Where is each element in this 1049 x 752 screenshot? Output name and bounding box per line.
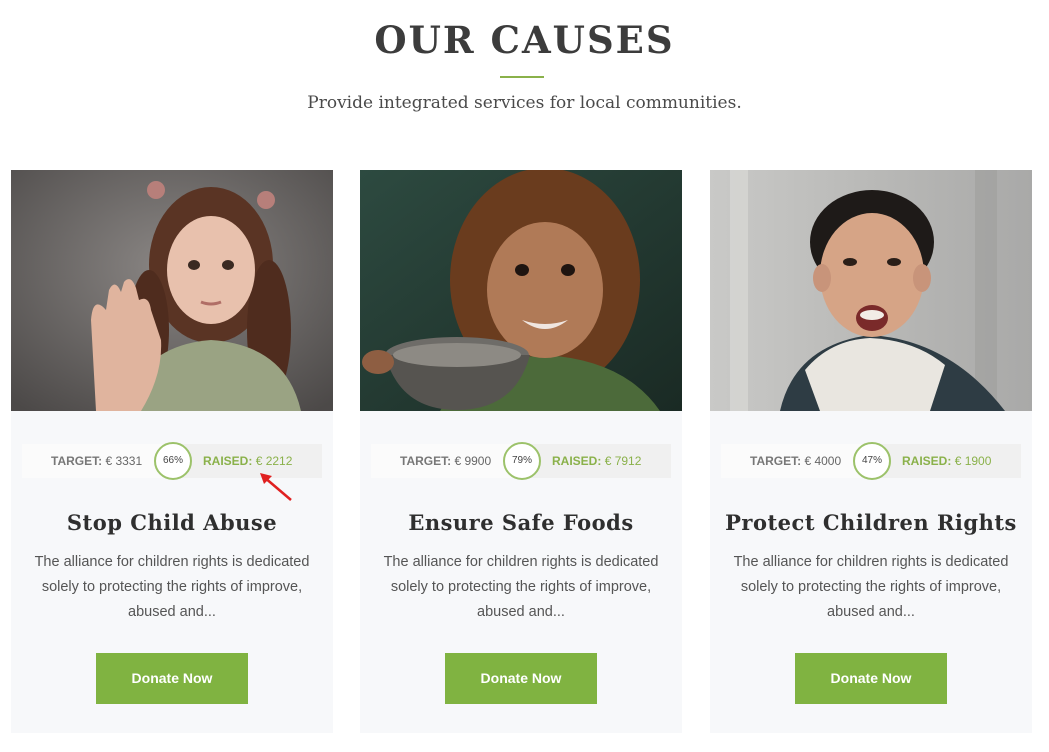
- cause-title[interactable]: Ensure Safe Foods: [360, 510, 682, 535]
- target-amount: TARGET: € 4000: [750, 454, 842, 468]
- annotation-arrow-icon: [260, 473, 292, 501]
- cause-title[interactable]: Stop Child Abuse: [11, 510, 333, 535]
- donate-now-button[interactable]: Donate Now: [795, 653, 947, 704]
- cause-card: TARGET: € 3331 66% RAISED: € 2212 Stop C…: [11, 170, 333, 733]
- donation-stats: TARGET: € 9900 79% RAISED: € 7912: [371, 442, 671, 480]
- progress-percent: 66%: [154, 442, 192, 480]
- cause-title[interactable]: Protect Children Rights: [710, 510, 1032, 535]
- cause-description: The alliance for children rights is dedi…: [383, 554, 659, 620]
- cause-photo[interactable]: [710, 170, 1032, 411]
- donate-now-button[interactable]: Donate Now: [96, 653, 248, 704]
- page-title: OUR CAUSES: [374, 18, 675, 62]
- cause-card: TARGET: € 4000 47% RAISED: € 1900 Protec…: [710, 170, 1032, 733]
- target-amount: TARGET: € 3331: [51, 454, 143, 468]
- title-divider: [500, 76, 544, 78]
- cause-description: The alliance for children rights is dedi…: [34, 554, 310, 620]
- progress-percent: 47%: [853, 442, 891, 480]
- cause-card: TARGET: € 9900 79% RAISED: € 7912 Ensure…: [360, 170, 682, 733]
- target-amount: TARGET: € 9900: [400, 454, 492, 468]
- cause-description: The alliance for children rights is dedi…: [733, 554, 1009, 620]
- progress-percent: 79%: [503, 442, 541, 480]
- page-subtitle: Provide integrated services for local co…: [307, 93, 742, 113]
- donate-now-button[interactable]: Donate Now: [445, 653, 597, 704]
- cause-photo[interactable]: [11, 170, 333, 411]
- raised-amount: RAISED: € 7912: [552, 454, 642, 468]
- cause-photo[interactable]: [360, 170, 682, 411]
- raised-amount: RAISED: € 1900: [902, 454, 992, 468]
- donation-stats: TARGET: € 4000 47% RAISED: € 1900: [721, 442, 1021, 480]
